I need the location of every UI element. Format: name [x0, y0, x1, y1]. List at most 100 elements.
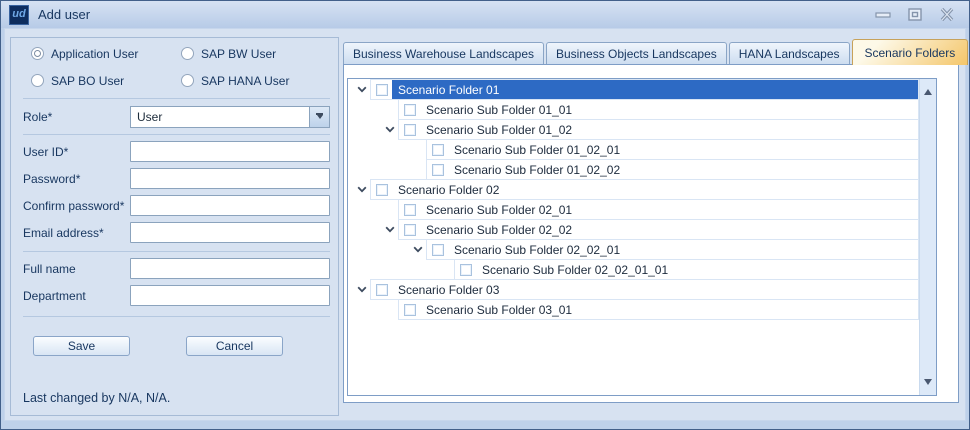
tree-checkbox[interactable] [376, 284, 388, 296]
tree-row[interactable]: Scenario Sub Folder 03_01 [348, 299, 919, 320]
text-field[interactable] [130, 258, 330, 279]
tree-row[interactable]: Scenario Sub Folder 02_02 [348, 219, 919, 240]
tab-1[interactable]: Business Objects Landscapes [546, 42, 727, 64]
tree-item-label: Scenario Sub Folder 01_02_02 [448, 160, 918, 179]
tree-row[interactable]: Scenario Sub Folder 01_01 [348, 99, 919, 120]
tree-indent [348, 139, 410, 160]
form-field-row: Password* [23, 168, 330, 189]
role-value: User [131, 107, 309, 127]
role-dropdown-button[interactable] [309, 107, 329, 127]
tree-row[interactable]: Scenario Folder 03 [348, 279, 919, 300]
tree-indent [348, 99, 382, 120]
checkbox-cell [371, 280, 392, 299]
tree-checkbox[interactable] [376, 84, 388, 96]
chevron-expanded-icon[interactable] [354, 179, 370, 200]
tree-row[interactable]: Scenario Folder 02 [348, 179, 919, 200]
tree-indent [348, 119, 382, 140]
tree-item-label: Scenario Folder 01 [392, 80, 918, 99]
user-type-radio-group: Application User SAP BW User SAP BO User… [31, 46, 330, 88]
checkbox-cell [399, 300, 420, 319]
save-button[interactable]: Save [33, 336, 130, 356]
tree-checkbox[interactable] [460, 264, 472, 276]
cancel-button[interactable]: Cancel [186, 336, 283, 356]
tree-indent [348, 199, 382, 220]
tree-item-label: Scenario Folder 03 [392, 280, 918, 299]
tree-row-frame: Scenario Sub Folder 02_02 [398, 219, 919, 240]
separator [23, 316, 330, 317]
tree-item-label: Scenario Sub Folder 02_02_01_01 [476, 260, 918, 279]
chevron-expanded-icon[interactable] [382, 219, 398, 240]
tree-checkbox[interactable] [404, 204, 416, 216]
scroll-down-icon[interactable] [924, 379, 932, 385]
tree-row-frame: Scenario Sub Folder 02_01 [398, 199, 919, 220]
chevron-expanded-icon[interactable] [354, 279, 370, 300]
tree-item-label: Scenario Sub Folder 03_01 [420, 300, 918, 319]
last-changed-status: Last changed by N/A, N/A. [23, 391, 330, 405]
tree-checkbox[interactable] [432, 164, 444, 176]
dialog-client-area: Application User SAP BW User SAP BO User… [4, 28, 966, 421]
tree-row[interactable]: Scenario Sub Folder 01_02_02 [348, 159, 919, 180]
tab-3[interactable]: Scenario Folders [852, 39, 969, 65]
radio-option-2[interactable]: SAP BO User [31, 73, 181, 88]
text-field[interactable] [130, 141, 330, 162]
tree-row[interactable]: Scenario Sub Folder 01_02_01 [348, 139, 919, 160]
tree-row-frame: Scenario Sub Folder 01_01 [398, 99, 919, 120]
radio-label: SAP BO User [51, 74, 124, 88]
app-logo-icon: ud [9, 5, 29, 25]
tree-row[interactable]: Scenario Folder 01 [348, 79, 919, 100]
text-field[interactable] [130, 195, 330, 216]
chevron-expanded-icon[interactable] [354, 79, 370, 100]
separator [23, 98, 330, 99]
maximize-button[interactable] [907, 8, 923, 22]
tab-bar: Business Warehouse Landscapes Business O… [343, 39, 968, 64]
tree-checkbox[interactable] [376, 184, 388, 196]
tree-row[interactable]: Scenario Sub Folder 02_01 [348, 199, 919, 220]
role-row: Role* User [23, 106, 330, 128]
tab-2[interactable]: HANA Landscapes [729, 42, 850, 64]
text-field[interactable] [130, 285, 330, 306]
radio-option-0[interactable]: Application User [31, 46, 181, 61]
chevron-expanded-icon[interactable] [382, 119, 398, 140]
radio-label: SAP HANA User [201, 74, 289, 88]
chevron-down-icon [317, 115, 323, 119]
tree-checkbox[interactable] [404, 124, 416, 136]
text-field[interactable] [130, 168, 330, 189]
tree-item-label: Scenario Sub Folder 01_02_01 [448, 140, 918, 159]
tree-checkbox[interactable] [432, 144, 444, 156]
scroll-up-icon[interactable] [924, 89, 932, 95]
tree-checkbox[interactable] [404, 304, 416, 316]
tab-0[interactable]: Business Warehouse Landscapes [343, 42, 544, 64]
radio-icon[interactable] [181, 74, 194, 87]
tree-indent [348, 159, 410, 180]
tree-checkbox[interactable] [432, 244, 444, 256]
add-user-dialog: ud Add user [0, 0, 970, 430]
window-controls [875, 8, 969, 22]
close-icon[interactable] [939, 8, 955, 22]
tree-row[interactable]: Scenario Sub Folder 02_02_01 [348, 239, 919, 260]
minimize-button[interactable] [875, 8, 891, 22]
role-label: Role* [23, 110, 130, 124]
tree-scrollbar[interactable] [919, 79, 936, 395]
radio-option-1[interactable]: SAP BW User [181, 46, 330, 61]
checkbox-cell [371, 180, 392, 199]
tree-item-label: Scenario Sub Folder 02_01 [420, 200, 918, 219]
radio-icon[interactable] [31, 74, 44, 87]
chevron-expanded-icon[interactable] [410, 239, 426, 260]
role-dropdown[interactable]: User [130, 106, 330, 128]
tree-row[interactable]: Scenario Sub Folder 01_02 [348, 119, 919, 140]
form-field-row: Email address* [23, 222, 330, 243]
tree-item-label: Scenario Sub Folder 01_01 [420, 100, 918, 119]
user-form-body: Application User SAP BW User SAP BO User… [11, 46, 338, 405]
separator [23, 134, 330, 135]
text-field[interactable] [130, 222, 330, 243]
tree-item-label: Scenario Sub Folder 01_02 [420, 120, 918, 139]
field-label: Password* [23, 172, 130, 186]
tree-checkbox[interactable] [404, 224, 416, 236]
tree-checkbox[interactable] [404, 104, 416, 116]
checkbox-cell [399, 120, 420, 139]
tree-item-label: Scenario Sub Folder 02_02_01 [448, 240, 918, 259]
tree-row[interactable]: Scenario Sub Folder 02_02_01_01 [348, 259, 919, 280]
radio-option-3[interactable]: SAP HANA User [181, 73, 330, 88]
radio-icon[interactable] [181, 47, 194, 60]
radio-icon[interactable] [31, 47, 44, 60]
